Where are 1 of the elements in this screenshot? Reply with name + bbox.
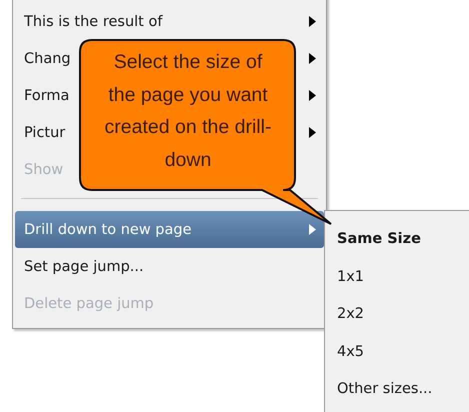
callout-text: Select the size of the page you want created on the drill-down [104,50,272,172]
